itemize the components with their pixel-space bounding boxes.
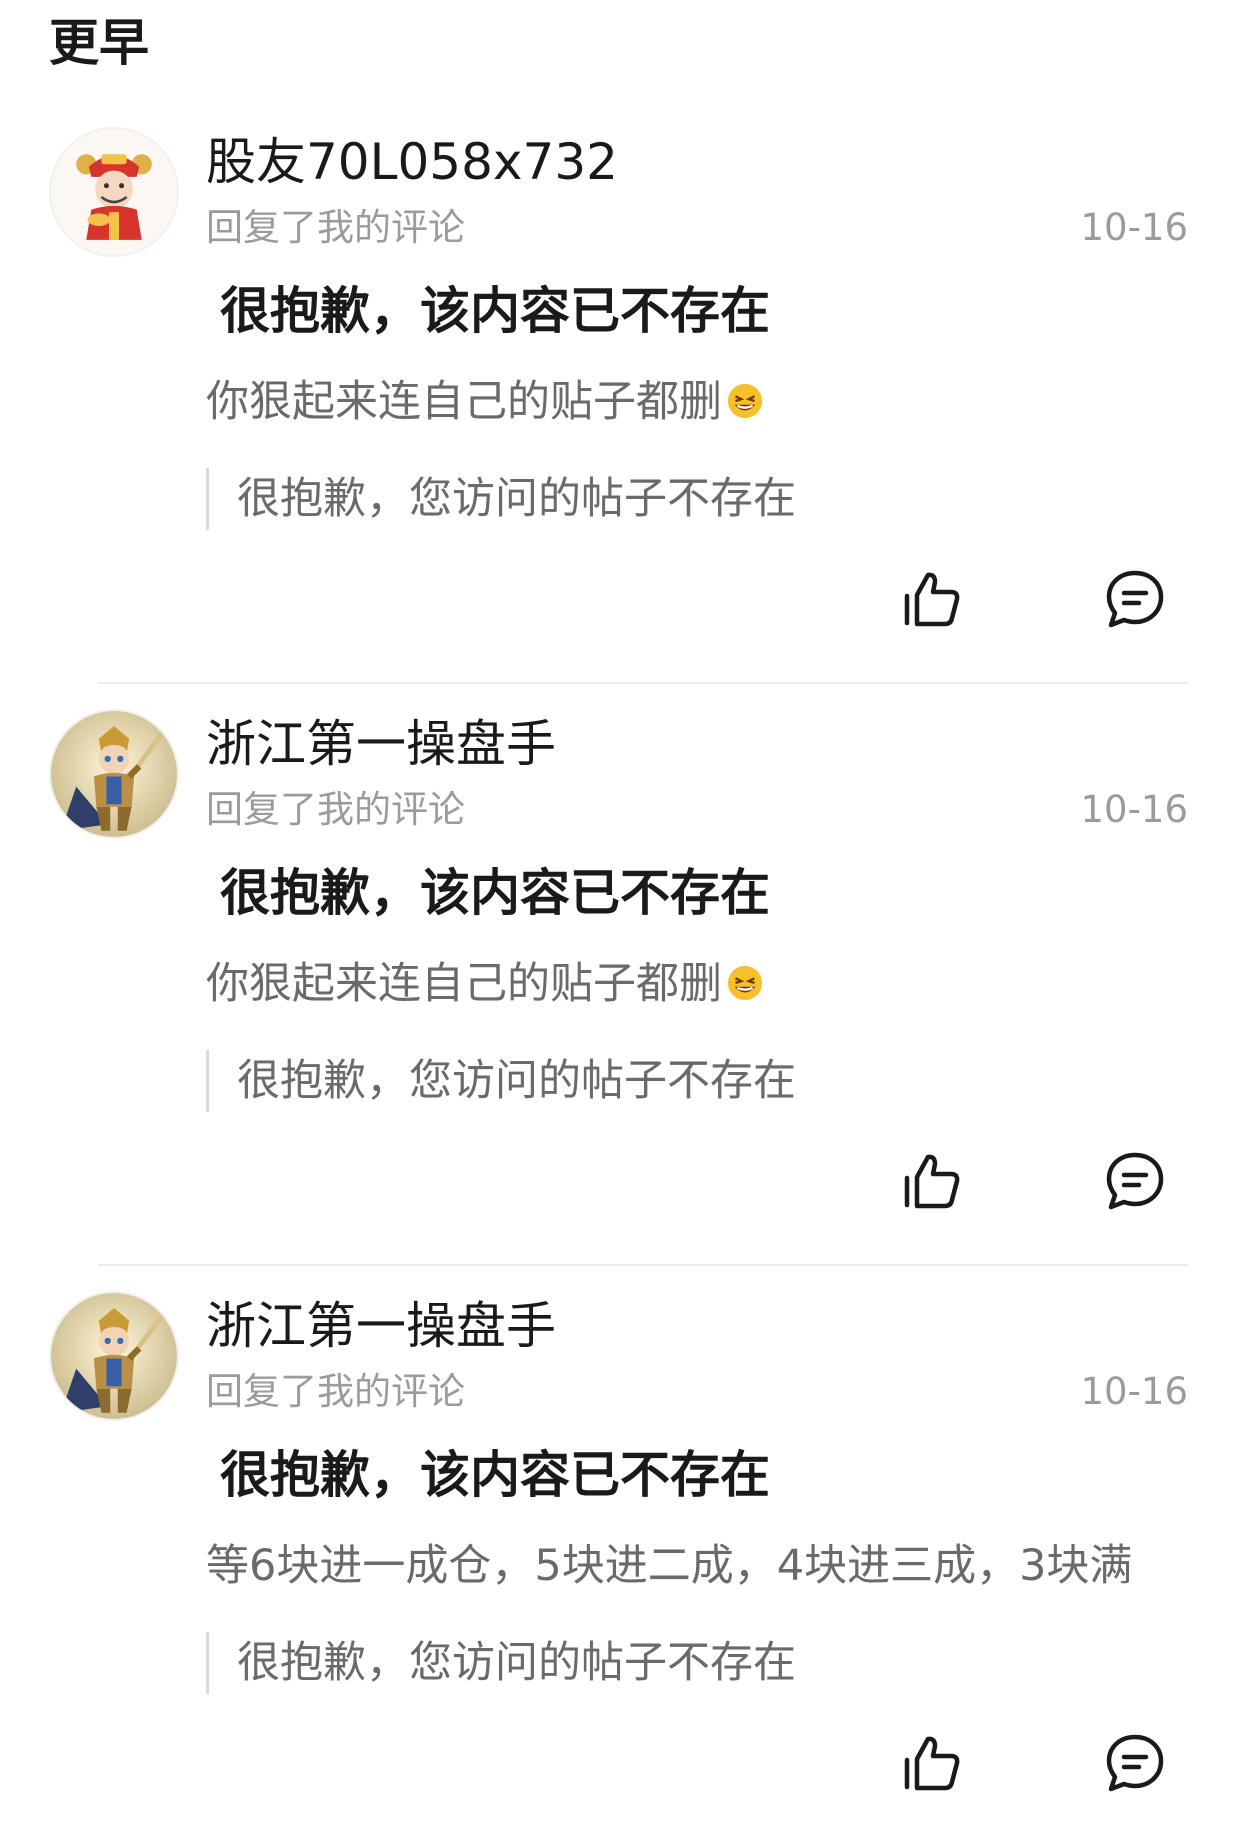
avatar[interactable] <box>49 709 179 839</box>
username[interactable]: 浙江第一操盘手 <box>206 710 556 778</box>
timestamp: 10-16 <box>1080 788 1188 831</box>
comment-button[interactable] <box>1104 1732 1166 1794</box>
comment-bubble-icon <box>1106 1734 1164 1792</box>
timestamp: 10-16 <box>1080 206 1188 249</box>
username[interactable]: 股友70L058x732 <box>206 128 618 196</box>
action-label: 回复了我的评论 <box>206 788 465 831</box>
reply-body[interactable]: 你狠起来连自己的贴子都删 <box>206 954 764 1014</box>
timestamp: 10-16 <box>1080 1370 1188 1413</box>
reply-body[interactable]: 你狠起来连自己的贴子都删 <box>206 372 764 432</box>
notification-item[interactable]: 浙江第一操盘手 回复了我的评论 10-16 很抱歉，该内容已不存在 等6块进一成… <box>0 1164 1236 1792</box>
quoted-comment[interactable]: 很抱歉，您访问的帖子不存在 <box>206 468 796 530</box>
knight-avatar-icon <box>51 711 177 837</box>
laughing-emoji-icon <box>727 383 763 419</box>
reply-headline[interactable]: 很抱歉，该内容已不存在 <box>220 858 770 928</box>
avatar[interactable] <box>49 1291 179 1421</box>
fortune-god-avatar-icon <box>51 129 177 255</box>
reply-headline[interactable]: 很抱歉，该内容已不存在 <box>220 1440 770 1510</box>
reply-headline[interactable]: 很抱歉，该内容已不存在 <box>220 276 770 346</box>
quoted-comment[interactable]: 很抱歉，您访问的帖子不存在 <box>206 1632 796 1694</box>
reply-body-text: 你狠起来连自己的贴子都删 <box>206 959 722 1009</box>
quoted-comment[interactable]: 很抱歉，您访问的帖子不存在 <box>206 1050 796 1112</box>
avatar[interactable] <box>49 127 179 257</box>
notification-item[interactable]: 股友70L058x732 回复了我的评论 10-16 很抱歉，该内容已不存在 你… <box>0 0 1236 684</box>
knight-avatar-icon <box>51 1293 177 1419</box>
username[interactable]: 浙江第一操盘手 <box>206 1292 556 1360</box>
laughing-emoji-icon <box>727 965 763 1001</box>
action-label: 回复了我的评论 <box>206 1370 465 1413</box>
like-button[interactable] <box>902 1732 964 1794</box>
notification-item[interactable]: 浙江第一操盘手 回复了我的评论 10-16 很抱歉，该内容已不存在 你狠起来连自… <box>0 582 1236 1266</box>
reply-body[interactable]: 等6块进一成仓，5块进二成，4块进三成，3块满 <box>206 1536 1132 1596</box>
thumbs-up-icon <box>904 1736 960 1791</box>
action-label: 回复了我的评论 <box>206 206 465 249</box>
reply-body-text: 你狠起来连自己的贴子都删 <box>206 377 722 427</box>
